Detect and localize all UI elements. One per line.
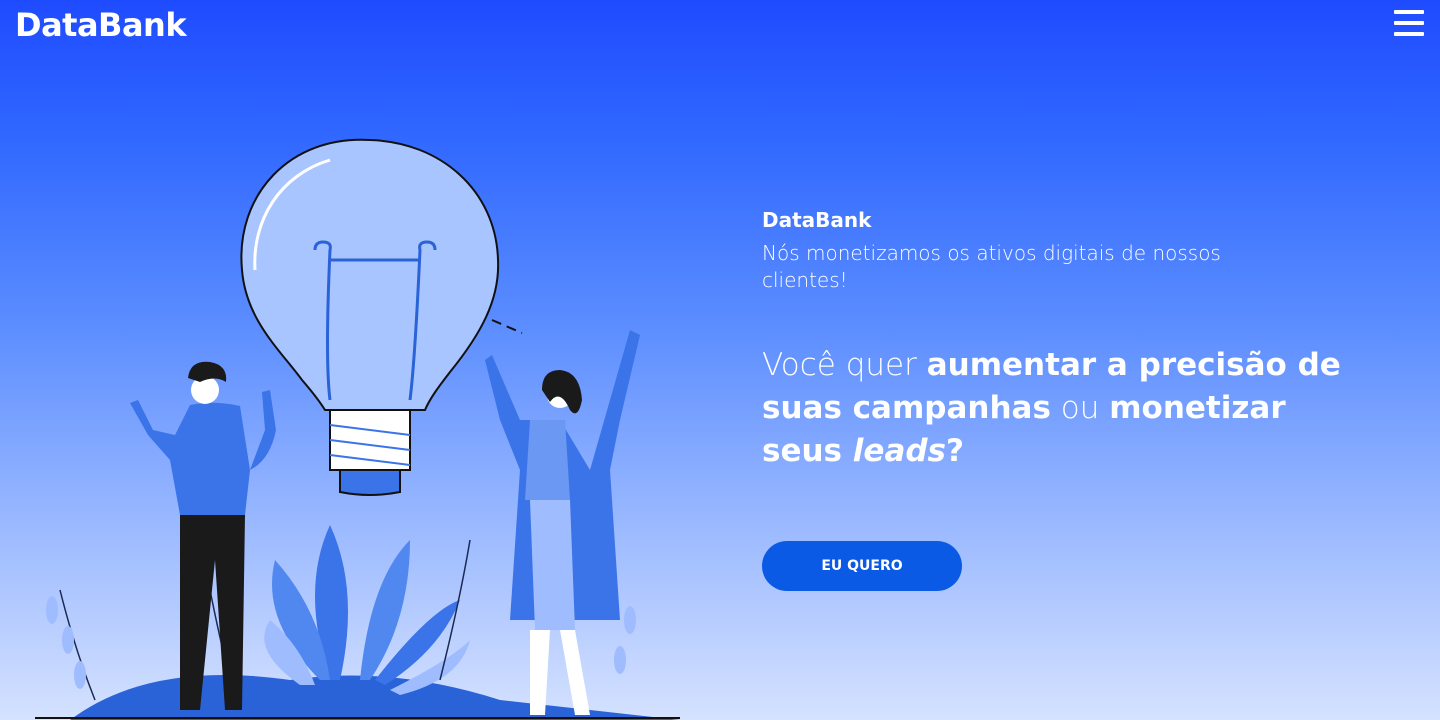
hero-illustration <box>35 138 680 720</box>
headline-emphasis: leads <box>852 433 947 469</box>
hero-content: DataBank Nós monetizamos os ativos digit… <box>762 208 1362 473</box>
headline-text-1: Você quer <box>762 347 927 383</box>
lightbulb-graphic <box>240 138 523 496</box>
hero-headline: Você quer aumentar a precisão de suas ca… <box>762 344 1352 473</box>
hero-brand: DataBank <box>762 208 872 232</box>
site-logo[interactable]: DataBank <box>15 6 187 44</box>
headline-text-2: ou <box>1050 390 1110 426</box>
plant-leaves <box>264 525 470 695</box>
man-figure <box>130 361 276 710</box>
hamburger-menu-icon[interactable] <box>1394 10 1424 36</box>
hero-tagline: Nós monetizamos os ativos digitais de no… <box>762 241 1221 292</box>
eu-quero-button[interactable]: EU QUERO <box>762 541 962 591</box>
headline-text-3: ? <box>946 433 964 469</box>
